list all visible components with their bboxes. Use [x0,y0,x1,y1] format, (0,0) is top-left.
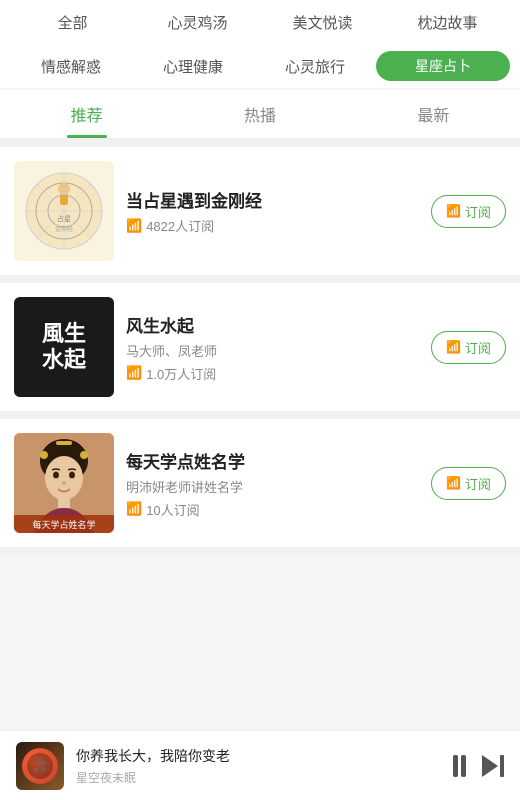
rss-icon-2: 📶 [126,365,142,381]
card-subscribers-2: 📶 1.0万人订阅 [126,364,419,383]
category-emotional[interactable]: 情感解惑 [10,50,132,83]
card-thumbnail-1[interactable]: 占星 金刚经 [14,161,114,261]
card-subscribers-1: 📶 4822人订阅 [126,216,419,235]
list-item: 占星 金刚经 当占星遇到金刚经 📶 4822人订阅 📶 订阅 [0,147,520,275]
next-icon [482,755,504,777]
category-nav: 全部 心灵鸡汤 美文悦读 枕边故事 情感解惑 心理健康 心灵旅行 星座占卜 [0,0,520,88]
category-chicken-soup[interactable]: 心灵鸡汤 [135,6,260,39]
card-info-3: 每天学点姓名学 明沛妍老师讲姓名学 📶 10人订阅 [126,448,419,519]
tab-recommend[interactable]: 推荐 [0,90,173,138]
card-subtitle-3: 明沛妍老师讲姓名学 [126,477,419,496]
card-subtitle-2: 马大师、凤老师 [126,341,419,360]
category-spirit-travel[interactable]: 心灵旅行 [254,50,376,83]
list-item: 風生 水起 风生水起 马大师、凤老师 📶 1.0万人订阅 📶 订阅 [0,283,520,411]
card-info-1: 当占星遇到金刚经 📶 4822人订阅 [126,187,419,235]
svg-text:🎵: 🎵 [33,760,47,773]
subscribe-button-1[interactable]: 📶 订阅 [431,195,506,228]
rss-icon-1: 📶 [126,218,142,234]
rss-btn-icon-3: 📶 [446,476,461,490]
pause-button[interactable] [453,755,466,777]
card-thumbnail-2[interactable]: 風生 水起 [14,297,114,397]
player-info: 你养我长大，我陪你变老 星空夜未眠 [76,746,441,786]
person-portrait-icon: 每天学占姓名学 [14,433,114,533]
player-subtitle: 星空夜未眠 [76,769,441,786]
astro-wheel-icon: 占星 金刚经 [24,171,104,251]
subscribe-button-2[interactable]: 📶 订阅 [431,331,506,364]
rss-icon-3: 📶 [126,501,142,517]
player-controls [453,755,504,777]
category-row-2: 情感解惑 心理健康 心灵旅行 星座占卜 [10,44,510,88]
content-list: 占星 金刚经 当占星遇到金刚经 📶 4822人订阅 📶 订阅 風生 水起 风生水… [0,139,520,555]
category-bedtime-story[interactable]: 枕边故事 [385,6,510,39]
card-title-3: 每天学点姓名学 [126,448,419,473]
category-beautiful-reading[interactable]: 美文悦读 [260,6,385,39]
fengshui-text: 風生 水起 [42,321,86,374]
category-row-1: 全部 心灵鸡汤 美文悦读 枕边故事 [10,0,510,44]
player-cover-icon: 🎵 [26,752,54,780]
list-item: 每天学占姓名学 每天学点姓名学 明沛妍老师讲姓名学 📶 10人订阅 📶 订阅 [0,419,520,547]
next-bar [500,755,504,777]
svg-text:占星: 占星 [57,214,71,223]
player-thumb-inner: 🎵 [22,748,58,784]
rss-btn-icon-2: 📶 [446,340,461,354]
category-astrology[interactable]: 星座占卜 [376,51,510,81]
category-mental-health[interactable]: 心理健康 [132,50,254,83]
tab-hot[interactable]: 热播 [173,90,346,138]
next-triangle [482,755,498,777]
player-title: 你养我长大，我陪你变老 [76,746,441,766]
card-title-2: 风生水起 [126,312,419,337]
pause-bar-right [461,755,466,777]
svg-text:每天学占姓名学: 每天学占姓名学 [32,519,95,530]
pause-icon [453,755,466,777]
svg-text:金刚经: 金刚经 [55,225,73,233]
subscribe-button-3[interactable]: 📶 订阅 [431,467,506,500]
next-button[interactable] [482,755,504,777]
card-info-2: 风生水起 马大师、凤老师 📶 1.0万人订阅 [126,312,419,383]
card-thumbnail-3[interactable]: 每天学占姓名学 [14,433,114,533]
pause-bar-left [453,755,458,777]
player-thumbnail[interactable]: 🎵 [16,742,64,790]
content-tabs: 推荐 热播 最新 [0,90,520,139]
category-all[interactable]: 全部 [10,6,135,39]
card-title-1: 当占星遇到金刚经 [126,187,419,212]
tab-newest[interactable]: 最新 [347,90,520,138]
bottom-player: 🎵 你养我长大，我陪你变老 星空夜未眠 [0,730,520,800]
card-subscribers-3: 📶 10人订阅 [126,500,419,519]
rss-btn-icon-1: 📶 [446,204,461,218]
